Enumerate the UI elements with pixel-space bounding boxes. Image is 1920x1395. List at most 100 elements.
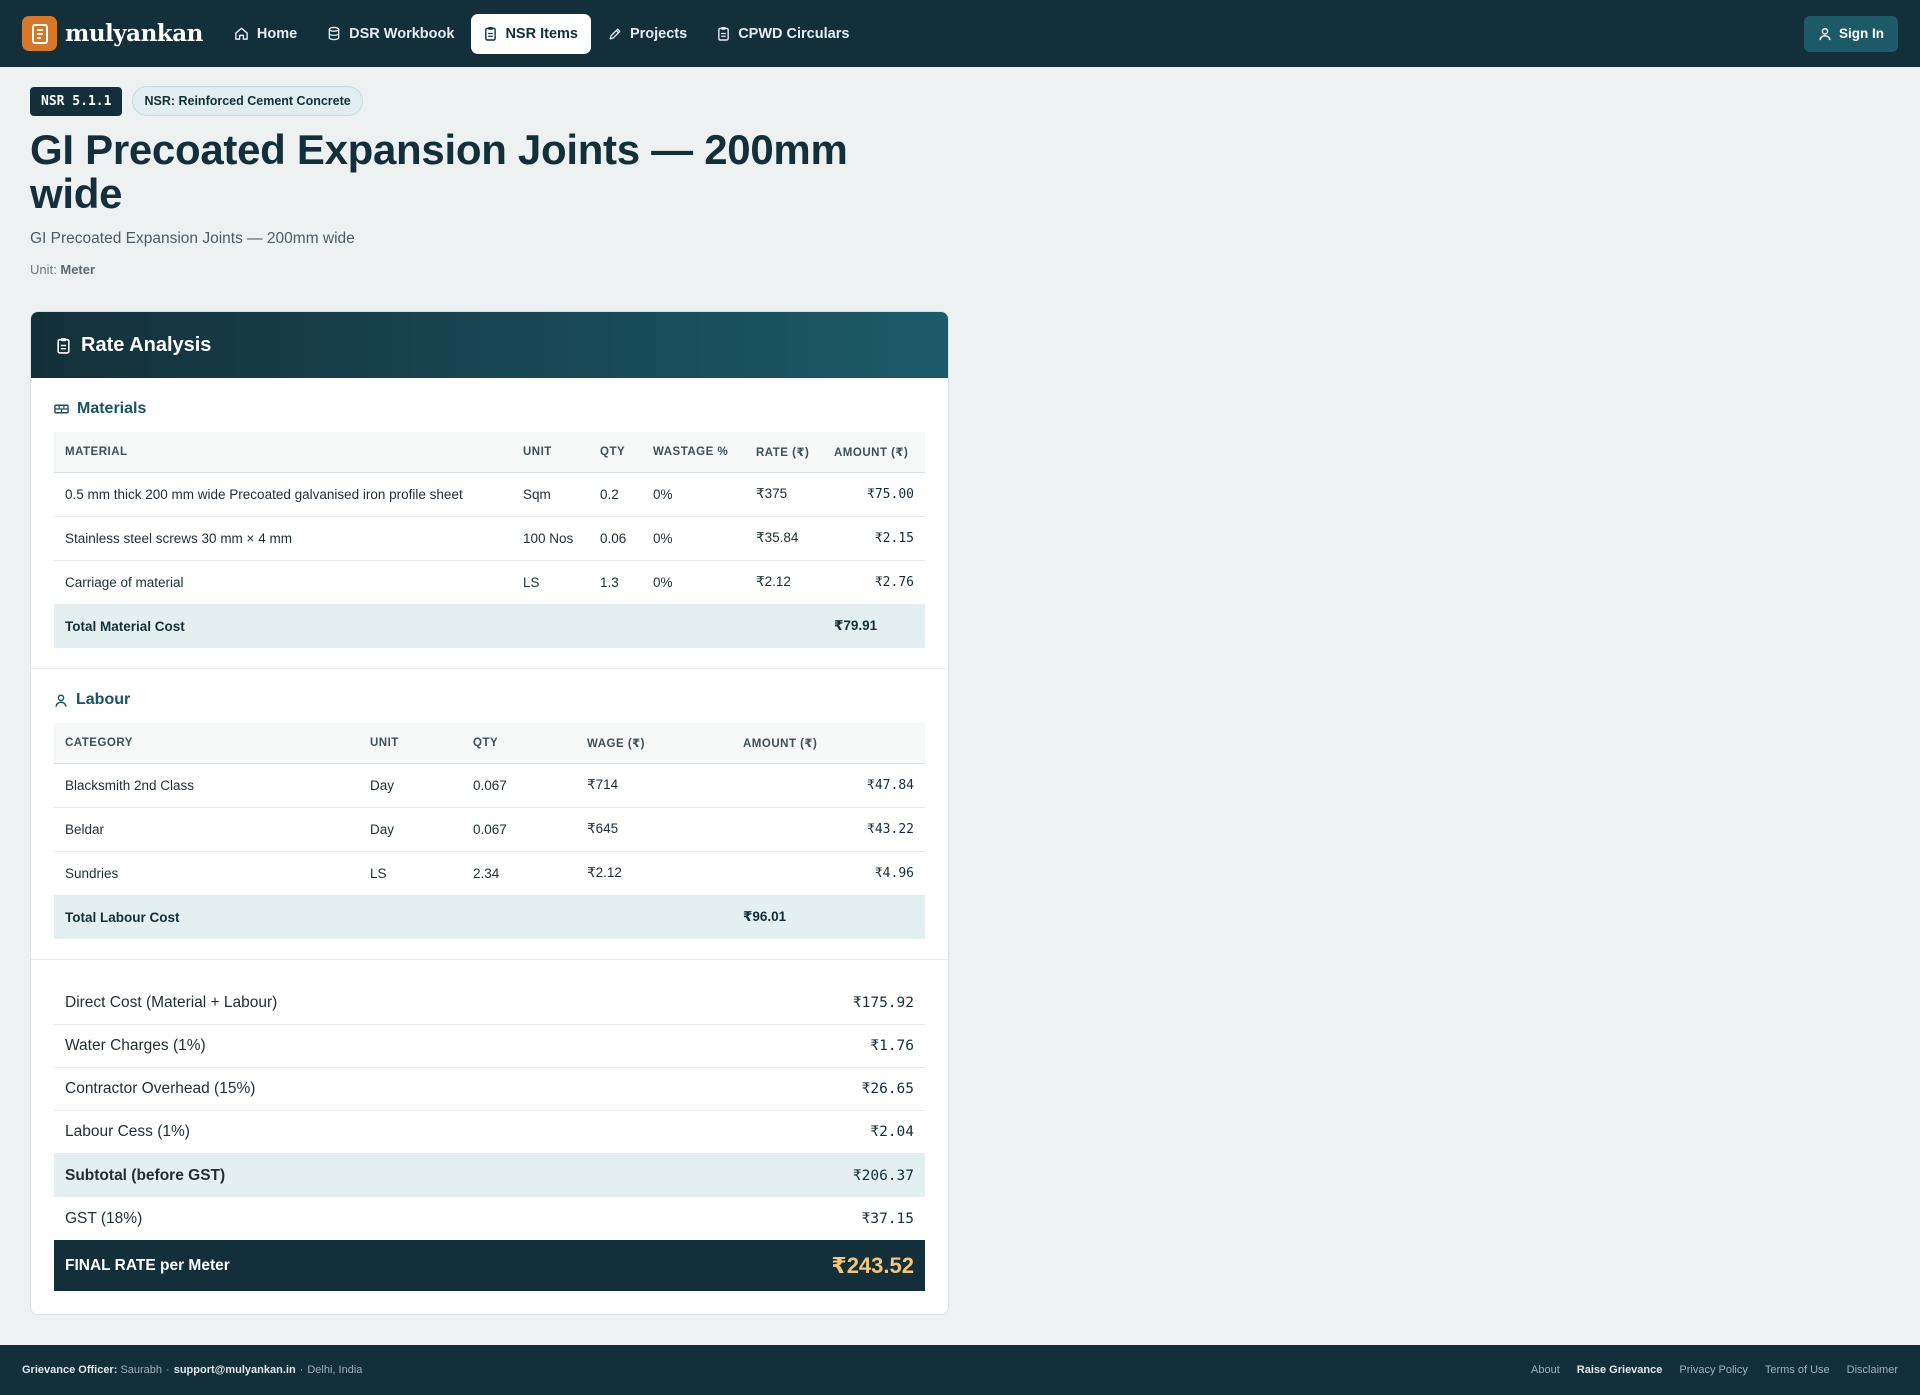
material-wastage: 0% xyxy=(642,516,745,561)
separator: · xyxy=(166,1364,170,1376)
materials-title-label: Materials xyxy=(77,400,147,417)
nav-dsr-workbook[interactable]: DSR Workbook xyxy=(314,14,467,54)
col-unit: UNIT xyxy=(359,723,462,764)
item-code-badge: NSR 5.1.1 xyxy=(30,86,123,116)
nav-nsr-label: NSR Items xyxy=(505,25,578,42)
col-amount: AMOUNT (₹) xyxy=(823,432,925,473)
user-icon xyxy=(1819,27,1831,40)
material-amount: ₹2.76 xyxy=(823,560,925,605)
labour-amount: ₹47.84 xyxy=(732,763,925,808)
table-row: Blacksmith 2nd Class Day 0.067 ₹714 ₹47.… xyxy=(54,763,925,808)
user-icon xyxy=(55,694,67,707)
item-header: NSR 5.1.1 NSR: Reinforced Cement Concret… xyxy=(30,86,950,277)
labour-table: CATEGORY UNIT QTY WAGE (₹) AMOUNT (₹) Bl… xyxy=(54,723,925,939)
nav-nsr-items[interactable]: NSR Items xyxy=(471,13,591,54)
sign-in-button[interactable]: Sign In xyxy=(1804,15,1898,52)
materials-title: Materials xyxy=(54,400,925,418)
table-row: 0.5 mm thick 200 mm wide Precoated galva… xyxy=(54,472,925,517)
pencil-icon xyxy=(609,28,621,39)
material-rate: ₹375 xyxy=(745,472,823,517)
footer-link-raise-grievance[interactable]: Raise Grievance xyxy=(1577,1364,1663,1376)
material-name: Carriage of material xyxy=(54,560,512,605)
table-row: Beldar Day 0.067 ₹645 ₹43.22 xyxy=(54,807,925,852)
col-rate: RATE (₹) xyxy=(745,432,823,473)
material-qty: 0.2 xyxy=(589,472,642,517)
material-qty: 0.06 xyxy=(589,516,642,561)
clipboard-icon xyxy=(57,337,70,354)
nav-dsr-label: DSR Workbook xyxy=(349,25,455,42)
col-material: MATERIAL xyxy=(54,432,512,473)
final-rate-row: FINAL RATE per Meter ₹243.52 xyxy=(54,1240,925,1291)
material-unit: Sqm xyxy=(512,472,589,517)
material-unit: 100 Nos xyxy=(512,516,589,561)
materials-total-value: ₹79.91 xyxy=(823,604,925,648)
final-rate-value: ₹243.52 xyxy=(831,1252,914,1278)
materials-header-row: MATERIAL UNIT QTY WASTAGE % RATE (₹) AMO… xyxy=(54,432,925,473)
materials-section: Materials MATERIAL UNIT QTY WASTAGE % RA… xyxy=(31,378,948,668)
document-icon xyxy=(718,27,730,41)
col-unit: UNIT xyxy=(512,432,589,473)
nav-cpwd-circulars[interactable]: CPWD Circulars xyxy=(704,14,862,54)
labour-wage: ₹714 xyxy=(576,763,732,808)
rate-analysis-card: Rate Analysis Materials MATERIAL UNIT QT… xyxy=(30,311,949,1315)
material-rate: ₹35.84 xyxy=(745,516,823,561)
nav-home[interactable]: Home xyxy=(221,14,310,54)
labour-category: Beldar xyxy=(54,807,359,852)
col-wage: WAGE (₹) xyxy=(576,723,732,764)
materials-total-row: Total Material Cost ₹79.91 xyxy=(54,604,925,648)
labour-wage: ₹645 xyxy=(576,807,732,852)
summary-row-contractor-overhead: Contractor Overhead (15%) ₹26.65 xyxy=(54,1068,925,1111)
summary-value: ₹175.92 xyxy=(852,995,914,1011)
material-amount: ₹75.00 xyxy=(823,472,925,517)
cost-summary: Direct Cost (Material + Labour) ₹175.92 … xyxy=(31,959,948,1311)
summary-label: Water Charges (1%) xyxy=(65,1037,206,1054)
sign-in-label: Sign In xyxy=(1839,26,1884,41)
rate-analysis-header: Rate Analysis xyxy=(31,312,948,378)
clipboard-icon xyxy=(485,27,497,41)
footer-link-disclaimer[interactable]: Disclaimer xyxy=(1847,1364,1898,1376)
summary-label: Direct Cost (Material + Labour) xyxy=(65,994,278,1011)
summary-value: ₹2.04 xyxy=(870,1124,914,1140)
labour-total-label: Total Labour Cost xyxy=(54,895,732,939)
labour-qty: 0.067 xyxy=(462,763,576,808)
materials-table: MATERIAL UNIT QTY WASTAGE % RATE (₹) AMO… xyxy=(54,432,925,648)
labour-qty: 0.067 xyxy=(462,807,576,852)
summary-value: ₹206.37 xyxy=(852,1167,914,1184)
nav-cpwd-label: CPWD Circulars xyxy=(738,25,850,42)
brand[interactable]: mulyankan xyxy=(22,16,203,51)
labour-section: Labour CATEGORY UNIT QTY WAGE (₹) AMOUNT… xyxy=(31,668,948,959)
table-row: Carriage of material LS 1.3 0% ₹2.12 ₹2.… xyxy=(54,560,925,605)
table-row: Stainless steel screws 30 mm × 4 mm 100 … xyxy=(54,516,925,561)
summary-label: Contractor Overhead (15%) xyxy=(65,1080,256,1097)
labour-total-row: Total Labour Cost ₹96.01 xyxy=(54,895,925,939)
top-navbar: mulyankan Home DSR Workbook NSR Items Pr… xyxy=(0,0,1920,67)
material-name: 0.5 mm thick 200 mm wide Precoated galva… xyxy=(54,472,512,517)
bricks-icon xyxy=(54,404,69,414)
labour-amount: ₹4.96 xyxy=(732,851,925,896)
separator: · xyxy=(299,1364,304,1376)
material-rate: ₹2.12 xyxy=(745,560,823,605)
brand-name: mulyankan xyxy=(65,20,203,47)
summary-row-subtotal: Subtotal (before GST) ₹206.37 xyxy=(54,1154,925,1197)
grievance-officer-label: Grievance Officer: xyxy=(22,1364,118,1376)
col-category: CATEGORY xyxy=(54,723,359,764)
footer-links: About Raise Grievance Privacy Policy Ter… xyxy=(1514,1364,1898,1376)
ledger-icon xyxy=(22,16,57,51)
footer-link-terms-of-use[interactable]: Terms of Use xyxy=(1765,1364,1830,1376)
nav-projects[interactable]: Projects xyxy=(595,14,700,54)
labour-category: Blacksmith 2nd Class xyxy=(54,763,359,808)
summary-row-gst: GST (18%) ₹37.15 xyxy=(54,1197,925,1240)
summary-label: Subtotal (before GST) xyxy=(65,1166,226,1184)
item-category-badge[interactable]: NSR: Reinforced Cement Concrete xyxy=(132,86,363,116)
col-qty: QTY xyxy=(589,432,642,473)
nav-home-label: Home xyxy=(256,25,298,42)
support-email-link[interactable]: support@mulyankan.in xyxy=(174,1364,296,1376)
labour-title-label: Labour xyxy=(76,691,131,708)
summary-row-direct-cost: Direct Cost (Material + Labour) ₹175.92 xyxy=(54,982,925,1025)
material-qty: 1.3 xyxy=(589,560,642,605)
home-icon xyxy=(235,27,248,40)
summary-value: ₹37.15 xyxy=(861,1210,914,1227)
unit-value: Meter xyxy=(60,262,96,277)
footer-link-about[interactable]: About xyxy=(1531,1364,1560,1376)
footer-link-privacy-policy[interactable]: Privacy Policy xyxy=(1679,1364,1747,1376)
